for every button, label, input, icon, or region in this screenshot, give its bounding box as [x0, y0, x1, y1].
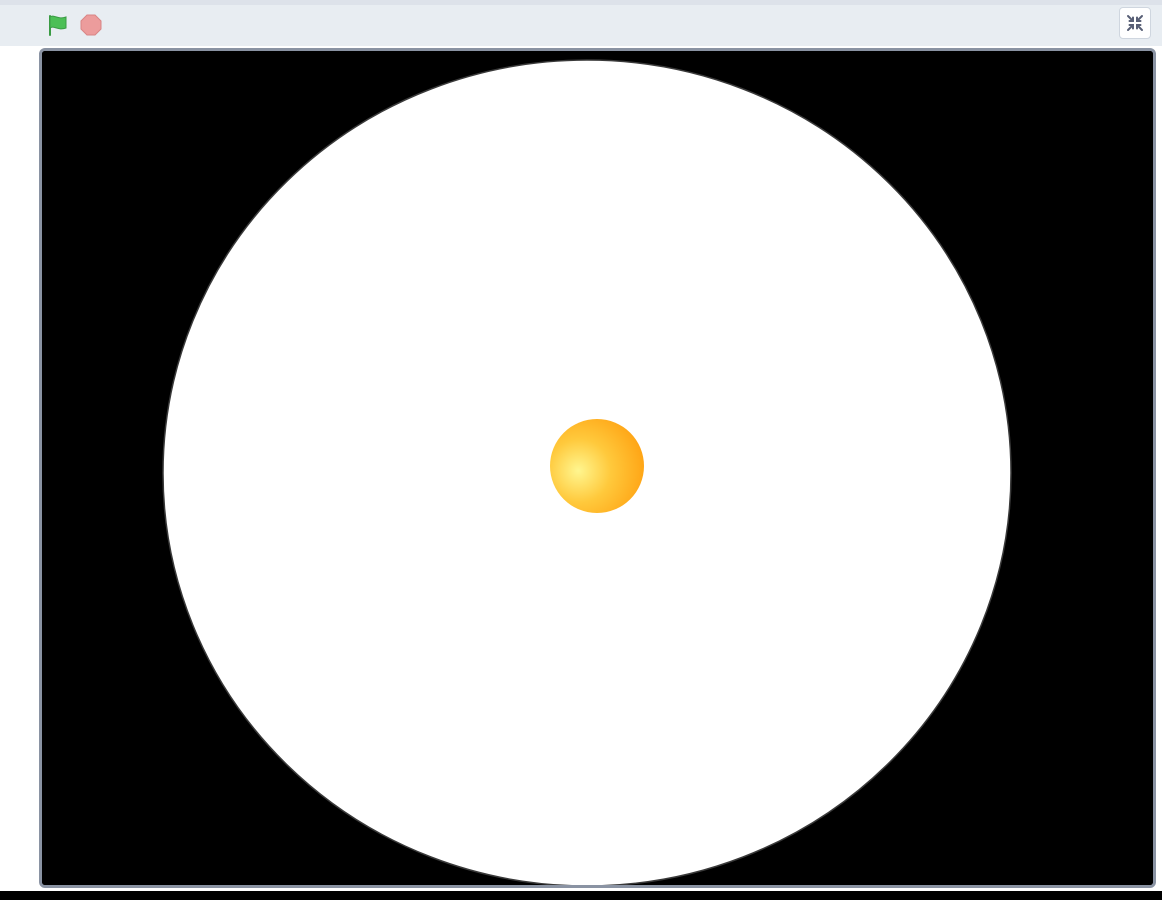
stage-canvas[interactable]: [39, 48, 1156, 888]
shrink-icon: [1127, 15, 1143, 31]
stage-scene: [42, 51, 1153, 885]
stage-toolbar: [0, 5, 1162, 46]
green-flag-icon: [49, 15, 67, 36]
bottom-edge-strip: [0, 891, 1162, 900]
green-flag-button[interactable]: [45, 12, 71, 38]
exit-fullscreen-button[interactable]: [1119, 7, 1151, 39]
stop-button[interactable]: [78, 12, 104, 38]
stop-sign-icon: [80, 14, 102, 36]
yellow-ball-sprite: [550, 419, 644, 513]
